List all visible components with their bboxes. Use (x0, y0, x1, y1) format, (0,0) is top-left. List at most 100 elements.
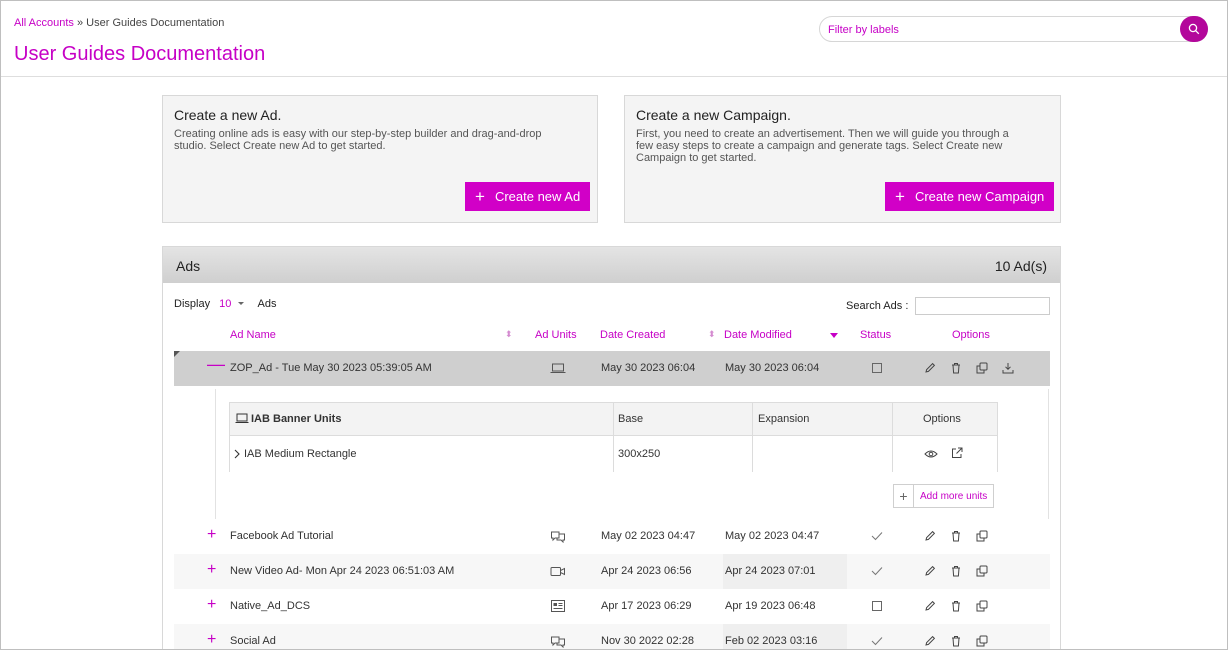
status-checkbox-icon[interactable] (872, 363, 882, 373)
table-row[interactable]: + Facebook Ad Tutorial May 02 2023 04:47… (174, 519, 1050, 554)
create-ad-desc-line: Creating online ads is easy with our ste… (174, 128, 542, 140)
ad-name[interactable]: Native_Ad_DCS (230, 600, 310, 612)
create-campaign-card: Create a new Campaign. First, you need t… (624, 95, 1061, 223)
breadcrumb-all-accounts[interactable]: All Accounts (14, 17, 74, 29)
display-count-select[interactable]: 10 (219, 298, 251, 310)
pencil-icon[interactable] (924, 362, 936, 374)
copy-icon[interactable] (976, 362, 988, 374)
plus-icon: + (895, 187, 905, 206)
pencil-icon[interactable] (924, 530, 936, 542)
display-suffix: Ads (257, 298, 277, 310)
copy-icon[interactable] (976, 635, 988, 647)
trash-icon[interactable] (950, 530, 962, 542)
ad-name[interactable]: Social Ad (230, 635, 276, 647)
trash-icon[interactable] (950, 565, 962, 577)
add-more-units-button[interactable]: + Add more units (893, 484, 995, 508)
expand-icon[interactable]: + (207, 526, 216, 544)
date-modified: Apr 24 2023 07:01 (725, 565, 816, 577)
create-ad-desc-line: studio. Select Create new Ad to get star… (174, 140, 386, 152)
copy-icon[interactable] (976, 600, 988, 612)
label-filter (819, 16, 1208, 42)
status-checkbox-icon[interactable] (872, 601, 882, 611)
col-date-created[interactable]: Date Created (600, 329, 665, 341)
expand-icon[interactable]: + (207, 561, 216, 579)
table-row[interactable]: + New Video Ad- Mon Apr 24 2023 06:51:03… (174, 554, 1050, 589)
row-corner-marker (174, 351, 180, 357)
add-more-units-label: Add more units (920, 490, 988, 502)
plus-icon: + (475, 187, 485, 206)
col-expansion: Expansion (758, 413, 810, 425)
display-label: Display (174, 298, 211, 310)
ad-name[interactable]: New Video Ad- Mon Apr 24 2023 06:51:03 A… (230, 565, 454, 577)
date-created: Nov 30 2022 02:28 (601, 635, 694, 647)
iab-banner-units-heading: IAB Banner Units (251, 413, 342, 425)
table-row[interactable]: + Native_Ad_DCS Apr 17 2023 06:29 Apr 19… (174, 589, 1050, 624)
create-campaign-description: First, you need to create an advertiseme… (636, 128, 1009, 164)
filter-input[interactable] (828, 21, 1168, 38)
sort-desc-icon[interactable] (830, 333, 838, 339)
video-icon (550, 567, 565, 576)
external-link-icon[interactable] (951, 447, 963, 459)
native-card-icon (551, 600, 565, 612)
date-modified: May 02 2023 04:47 (725, 530, 820, 542)
page-title: User Guides Documentation (14, 43, 266, 65)
search-icon (1188, 23, 1200, 35)
trash-icon[interactable] (950, 600, 962, 612)
ads-panel-title: Ads (176, 258, 201, 274)
trash-icon[interactable] (950, 635, 962, 647)
expand-icon[interactable]: + (207, 631, 216, 649)
copy-icon[interactable] (976, 565, 988, 577)
column-divider (613, 403, 614, 472)
pencil-icon[interactable] (924, 600, 936, 612)
collapse-icon[interactable]: — (207, 354, 225, 375)
create-new-campaign-button[interactable]: + Create new Campaign (885, 182, 1055, 211)
ad-name[interactable]: Facebook Ad Tutorial (230, 530, 333, 542)
caret-down-icon (238, 302, 245, 306)
col-base: Base (618, 413, 644, 425)
sort-icon[interactable]: ⬍ (505, 329, 513, 340)
column-divider (892, 403, 893, 472)
chevron-right-icon[interactable] (234, 449, 240, 459)
create-new-ad-button[interactable]: + Create new Ad (465, 182, 591, 211)
create-ad-title: Create a new Ad. (174, 107, 282, 123)
breadcrumb: All Accounts » User Guides Documentation (14, 17, 224, 29)
laptop-icon (550, 363, 566, 373)
trash-icon[interactable] (950, 362, 962, 374)
pencil-icon[interactable] (924, 565, 936, 577)
create-new-ad-label: Create new Ad (494, 189, 581, 204)
create-campaign-title: Create a new Campaign. (636, 107, 791, 123)
copy-icon[interactable] (976, 530, 988, 542)
unit-name: IAB Medium Rectangle (244, 448, 357, 460)
laptop-icon (235, 413, 249, 423)
col-date-modified[interactable]: Date Modified (724, 329, 792, 341)
checkmark-icon[interactable] (871, 531, 883, 541)
table-row[interactable]: + Social Ad Nov 30 2022 02:28 Feb 02 202… (174, 624, 1050, 649)
col-ad-name[interactable]: Ad Name (230, 329, 276, 341)
date-modified: Apr 19 2023 06:48 (725, 600, 816, 612)
search-ads-input[interactable] (915, 297, 1050, 315)
table-row[interactable]: — ZOP_Ad - Tue May 30 2023 05:39:05 AM M… (174, 351, 1050, 386)
create-ad-description: Creating online ads is easy with our ste… (174, 128, 542, 152)
expand-icon[interactable]: + (207, 596, 216, 614)
col-ad-units[interactable]: Ad Units (535, 329, 577, 341)
filter-search-button[interactable] (1180, 16, 1208, 42)
ad-name[interactable]: ZOP_Ad - Tue May 30 2023 05:39:05 AM (230, 362, 432, 374)
checkmark-icon[interactable] (871, 636, 883, 646)
eye-icon[interactable] (924, 449, 938, 459)
create-campaign-desc-line: few easy steps to create a campaign and … (636, 140, 1003, 152)
col-options: Options (952, 329, 990, 341)
breadcrumb-separator: » (76, 17, 84, 29)
date-created: May 30 2023 06:04 (601, 362, 696, 374)
create-campaign-desc-line: Campaign to get started. (636, 152, 757, 164)
pencil-icon[interactable] (924, 635, 936, 647)
plus-icon: + (894, 485, 914, 507)
sort-icon[interactable]: ⬍ (708, 329, 716, 340)
col-status[interactable]: Status (860, 329, 891, 341)
create-campaign-desc-line: First, you need to create an advertiseme… (636, 128, 1009, 140)
date-created: Apr 24 2023 06:56 (601, 565, 692, 577)
ad-units-panel: IAB Banner Units Base Expansion Options … (215, 389, 1049, 519)
download-icon[interactable] (1002, 362, 1014, 374)
search-ads-label: Search Ads : (846, 300, 909, 312)
checkmark-icon[interactable] (871, 566, 883, 576)
header-divider (1, 76, 1227, 77)
